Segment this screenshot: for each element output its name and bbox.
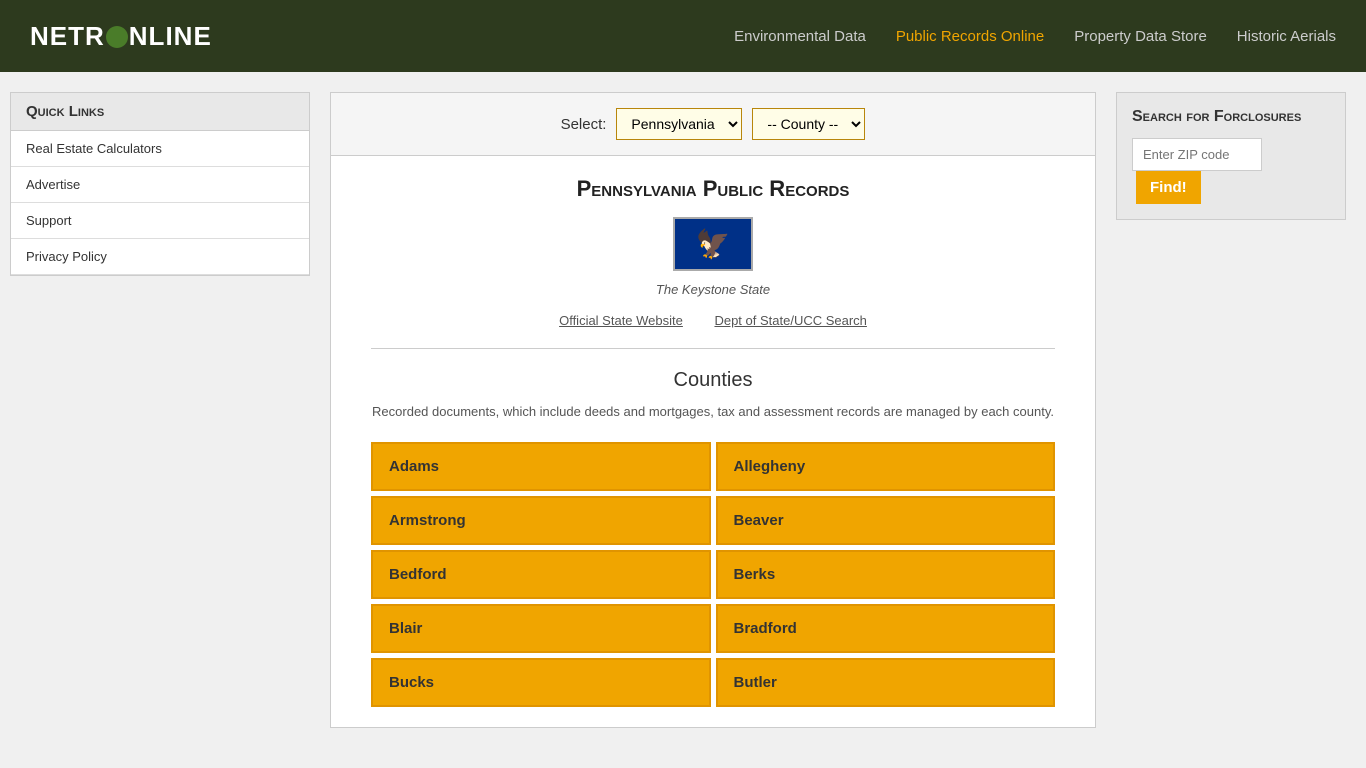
nav-environmental[interactable]: Environmental Data — [734, 28, 866, 45]
county-button[interactable]: Armstrong — [371, 496, 711, 545]
county-button[interactable]: Butler — [716, 658, 1056, 707]
quick-links-title: Quick Links — [11, 93, 309, 131]
quick-links-box: Quick Links Real Estate Calculators Adve… — [10, 92, 310, 276]
counties-description: Recorded documents, which include deeds … — [371, 402, 1055, 422]
layout: Quick Links Real Estate Calculators Adve… — [0, 72, 1366, 748]
logo-globe-icon — [106, 26, 128, 48]
official-state-link[interactable]: Official State Website — [559, 313, 683, 328]
nav-property-data[interactable]: Property Data Store — [1074, 28, 1207, 45]
select-label: Select: — [561, 116, 607, 133]
sidebar-link-privacy[interactable]: Privacy Policy — [11, 239, 309, 275]
sidebar-link-advertise[interactable]: Advertise — [11, 167, 309, 203]
sidebar-link-support[interactable]: Support — [11, 203, 309, 239]
counties-title: Counties — [371, 369, 1055, 392]
main-nav: Environmental Data Public Records Online… — [734, 28, 1336, 45]
state-select[interactable]: Pennsylvania Alabama Alaska Arizona — [616, 108, 742, 140]
nav-historic-aerials[interactable]: Historic Aerials — [1237, 28, 1336, 45]
dept-state-link[interactable]: Dept of State/UCC Search — [714, 313, 866, 328]
state-nickname: The Keystone State — [371, 282, 1055, 297]
foreclosure-title: Search for Forclosures — [1132, 108, 1330, 126]
selector-bar: Select: Pennsylvania Alabama Alaska Ariz… — [331, 93, 1095, 156]
zip-input[interactable] — [1132, 138, 1262, 171]
county-button[interactable]: Blair — [371, 604, 711, 653]
state-links: Official State Website Dept of State/UCC… — [371, 312, 1055, 349]
foreclosure-box: Search for Forclosures Find! — [1116, 92, 1346, 220]
right-panel: Search for Forclosures Find! — [1116, 92, 1346, 728]
state-flag-area — [371, 217, 1055, 274]
counties-grid: AdamsAlleghenyArmstrongBeaverBedfordBerk… — [371, 442, 1055, 707]
logo-area: NETRNLINE — [30, 21, 212, 52]
county-button[interactable]: Adams — [371, 442, 711, 491]
content-area: Select: Pennsylvania Alabama Alaska Ariz… — [330, 92, 1096, 728]
county-button[interactable]: Allegheny — [716, 442, 1056, 491]
county-button[interactable]: Bradford — [716, 604, 1056, 653]
content-body: Pennsylvania Public Records The Keystone… — [331, 156, 1095, 727]
logo[interactable]: NETRNLINE — [30, 21, 212, 52]
find-button[interactable]: Find! — [1136, 171, 1201, 204]
county-button[interactable]: Bucks — [371, 658, 711, 707]
foreclosure-search: Find! — [1132, 138, 1330, 204]
page-title: Pennsylvania Public Records — [371, 176, 1055, 202]
county-select[interactable]: -- County -- Adams Allegheny Armstrong — [752, 108, 865, 140]
county-button[interactable]: Bedford — [371, 550, 711, 599]
county-button[interactable]: Berks — [716, 550, 1056, 599]
sidebar: Quick Links Real Estate Calculators Adve… — [10, 92, 310, 728]
header: NETRNLINE Environmental Data Public Reco… — [0, 0, 1366, 72]
sidebar-link-calculators[interactable]: Real Estate Calculators — [11, 131, 309, 167]
nav-public-records[interactable]: Public Records Online — [896, 28, 1044, 45]
county-button[interactable]: Beaver — [716, 496, 1056, 545]
state-flag-image — [673, 217, 753, 271]
